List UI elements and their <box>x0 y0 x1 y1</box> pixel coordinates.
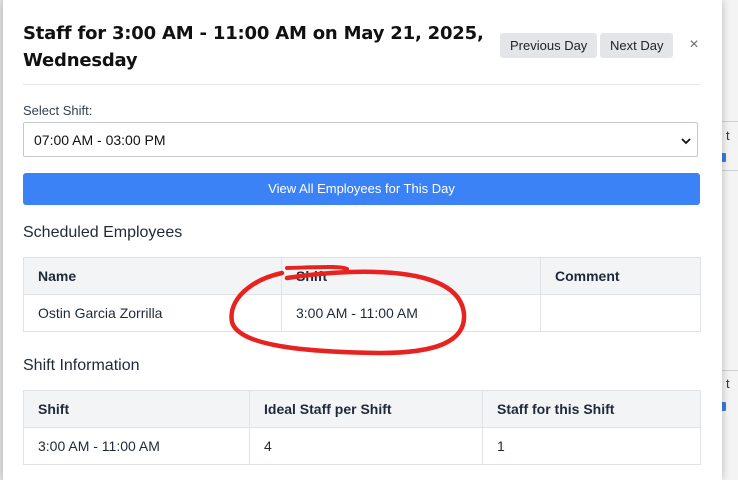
background-divider <box>722 170 738 171</box>
scheduled-employees-table: Name Shift Comment Ostin Garcia Zorrilla… <box>23 257 701 332</box>
modal-title-line1: Staff for 3:00 AM - 11:00 AM on May 21, … <box>23 23 484 44</box>
staff-modal: Staff for 3:00 AM - 11:00 AM on May 21, … <box>3 0 722 480</box>
background-text: t <box>726 128 730 143</box>
background-divider <box>722 370 738 371</box>
shift-information-heading: Shift Information <box>23 357 140 374</box>
column-header-staff-count: Staff for this Shift <box>482 390 701 428</box>
previous-day-button[interactable]: Previous Day <box>500 33 598 58</box>
modal-title: Staff for 3:00 AM - 11:00 AM on May 21, … <box>23 20 493 74</box>
shift-select-value: 07:00 AM - 03:00 PM <box>34 132 166 148</box>
table-row: Ostin Garcia Zorrilla 3:00 AM - 11:00 AM <box>23 294 701 332</box>
close-icon[interactable]: × <box>686 36 702 54</box>
column-header-shift: Shift <box>281 257 541 295</box>
column-header-name: Name <box>23 257 282 295</box>
modal-title-line2: Wednesday <box>23 50 138 71</box>
shift-select[interactable]: 07:00 AM - 03:00 PM <box>23 122 698 157</box>
table-header-row: Shift Ideal Staff per Shift Staff for th… <box>23 390 701 428</box>
select-shift-label: Select Shift: <box>23 103 93 118</box>
employee-name-cell: Ostin Garcia Zorrilla <box>23 294 282 332</box>
next-day-button[interactable]: Next Day <box>600 33 674 58</box>
column-header-shift: Shift <box>23 390 250 428</box>
column-header-comment: Comment <box>540 257 701 295</box>
table-header-row: Name Shift Comment <box>23 257 701 295</box>
chevron-down-icon <box>680 123 692 158</box>
employee-shift-cell: 3:00 AM - 11:00 AM <box>281 294 541 332</box>
table-row: 3:00 AM - 11:00 AM 4 1 <box>23 427 701 465</box>
shift-information-table: Shift Ideal Staff per Shift Staff for th… <box>23 390 701 465</box>
background-text: t <box>726 376 730 391</box>
employee-comment-cell <box>540 294 701 332</box>
column-header-ideal-staff: Ideal Staff per Shift <box>249 390 483 428</box>
view-all-employees-button[interactable]: View All Employees for This Day <box>23 173 700 205</box>
ideal-staff-cell: 4 <box>249 427 483 465</box>
background-divider <box>722 121 738 122</box>
scheduled-employees-heading: Scheduled Employees <box>23 224 183 241</box>
staff-count-cell: 1 <box>482 427 701 465</box>
shift-cell: 3:00 AM - 11:00 AM <box>23 427 250 465</box>
header-divider <box>23 84 700 85</box>
